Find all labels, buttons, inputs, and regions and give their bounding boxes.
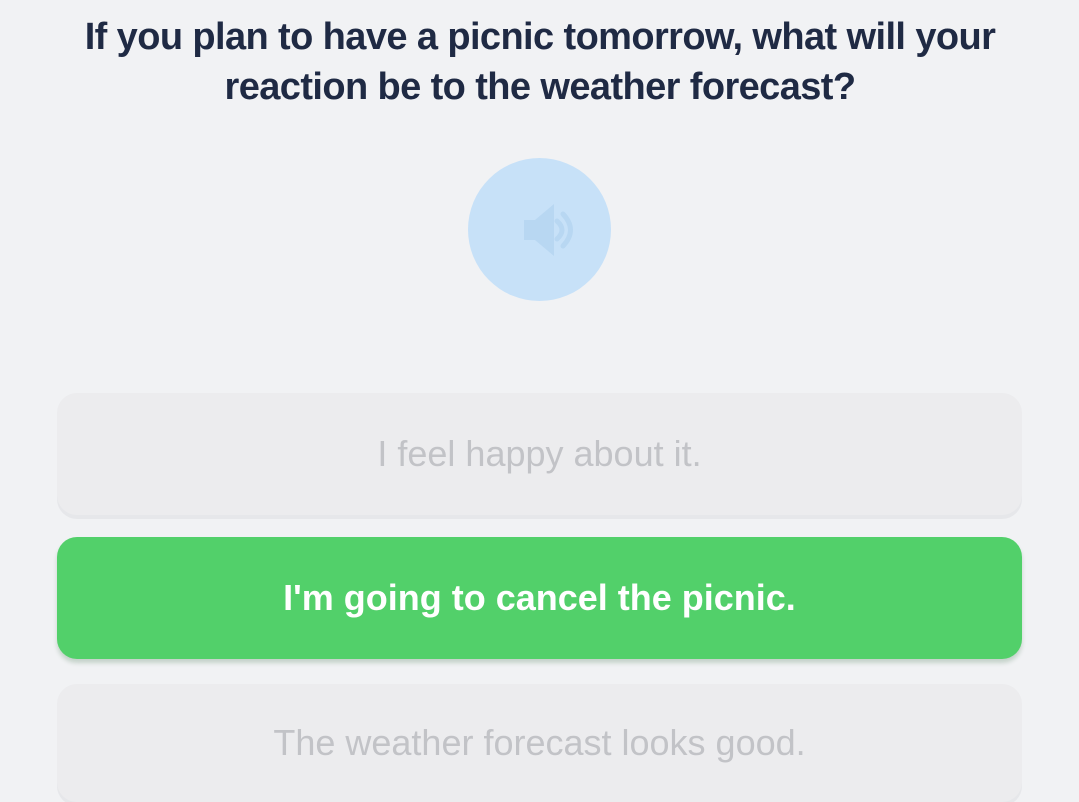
answer-option-happy[interactable]: I feel happy about it.: [57, 393, 1022, 515]
answer-option-cancel-picnic[interactable]: I'm going to cancel the picnic.: [57, 537, 1022, 659]
speaker-icon: [523, 203, 573, 256]
answer-option-label: The weather forecast looks good.: [273, 722, 806, 763]
question-text: If you plan to have a picnic tomorrow, w…: [84, 16, 996, 108]
answer-option-forecast-good[interactable]: The weather forecast looks good.: [57, 684, 1022, 802]
answer-option-label: I feel happy about it.: [377, 433, 702, 474]
answer-option-label: I'm going to cancel the picnic.: [283, 577, 796, 618]
play-audio-button[interactable]: [468, 158, 611, 301]
